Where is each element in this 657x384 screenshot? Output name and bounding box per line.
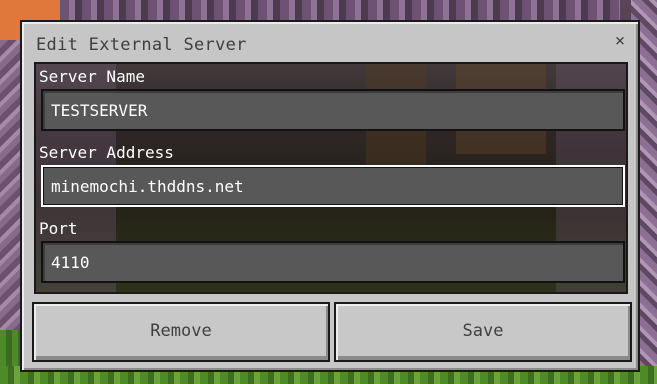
edit-server-dialog: Edit External Server × Server Name Serve…	[20, 20, 640, 372]
remove-button[interactable]: Remove	[32, 302, 330, 362]
server-address-label: Server Address	[39, 143, 174, 162]
server-name-input[interactable]	[41, 89, 625, 131]
port-label: Port	[39, 219, 78, 238]
dialog-titlebar: Edit External Server ×	[22, 22, 638, 64]
server-name-label: Server Name	[39, 67, 145, 86]
port-input[interactable]	[41, 241, 625, 283]
cherry-leaves-top	[60, 0, 620, 20]
save-button[interactable]: Save	[334, 302, 632, 362]
server-address-input[interactable]	[41, 165, 625, 207]
close-icon[interactable]: ×	[610, 31, 630, 51]
form-panel: Server Name Server Address Port	[34, 62, 628, 294]
dialog-title: Edit External Server	[36, 35, 247, 55]
